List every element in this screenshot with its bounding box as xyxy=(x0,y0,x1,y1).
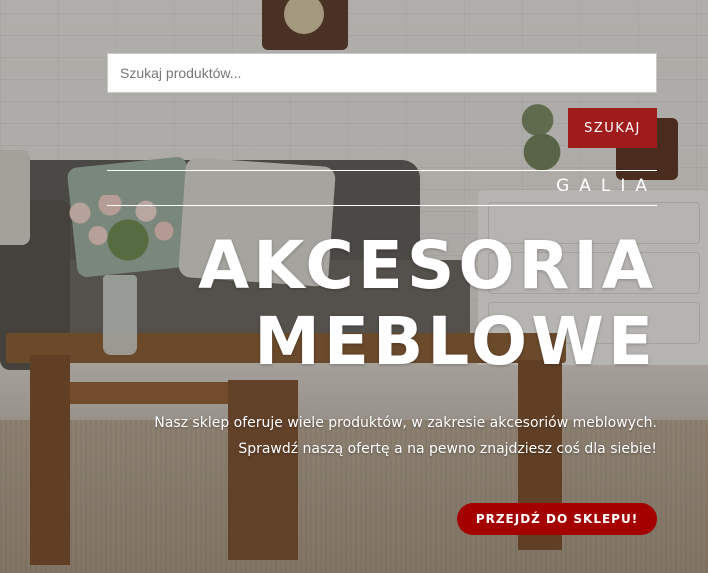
description-line-2: Sprawdź naszą ofertę a na pewno znajdzie… xyxy=(238,441,657,457)
go-to-shop-button[interactable]: PRZEJDŹ DO SKLEPU! xyxy=(457,503,657,535)
headline-line-2: MEBLOWE xyxy=(254,303,657,380)
brand-name: GALIA xyxy=(556,176,657,196)
hero-description: Nasz sklep oferuje wiele produktów, w za… xyxy=(97,410,657,462)
search-input[interactable] xyxy=(107,53,657,93)
headline-line-1: AKCESORIA xyxy=(198,227,657,304)
description-line-1: Nasz sklep oferuje wiele produktów, w za… xyxy=(154,415,657,431)
divider-bottom xyxy=(107,205,657,206)
hero-headline: AKCESORIA MEBLOWE xyxy=(97,228,657,380)
divider-top xyxy=(107,170,657,171)
search-button[interactable]: SZUKAJ xyxy=(568,108,657,148)
